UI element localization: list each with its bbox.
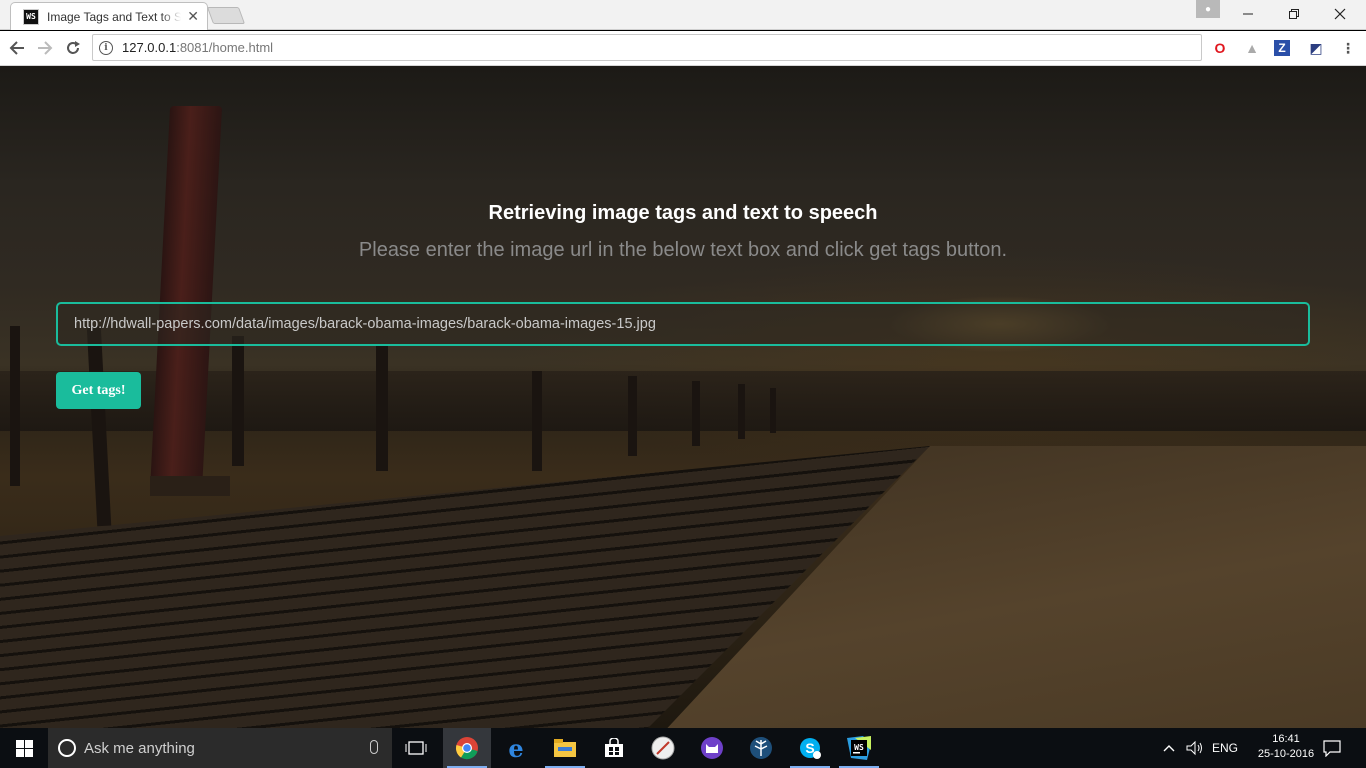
zotero-icon[interactable]: Z [1274, 40, 1290, 56]
webstorm-icon[interactable]: WS [835, 728, 883, 768]
action-center-icon[interactable] [1322, 728, 1342, 768]
back-button[interactable] [4, 36, 30, 60]
chrome-icon[interactable] [443, 728, 491, 768]
minimize-icon [1243, 13, 1253, 15]
svg-text:WS: WS [854, 743, 864, 752]
start-button[interactable] [0, 728, 48, 768]
show-hidden-icons[interactable] [1163, 728, 1175, 768]
address-bar[interactable]: i 127.0.0.1:8081/home.html [92, 34, 1202, 61]
file-explorer-icon[interactable] [541, 728, 589, 768]
url-host: 127.0.0.1 [122, 40, 177, 55]
store-icon[interactable] [590, 728, 638, 768]
edge-icon[interactable]: e [492, 728, 540, 768]
minimize-button[interactable] [1225, 0, 1271, 28]
cortana-icon [58, 739, 76, 757]
app2-icon[interactable] [737, 728, 785, 768]
browser-tab[interactable]: WS Image Tags and Text to S ✕ [10, 2, 208, 30]
get-tags-button[interactable]: Get tags! [56, 372, 141, 409]
info-icon[interactable]: i [99, 40, 113, 55]
menu-icon[interactable]: ⋮ [1338, 38, 1358, 58]
main-content: Retrieving image tags and text to speech… [0, 66, 1366, 728]
browser-tabstrip: WS Image Tags and Text to S ✕ ● [0, 0, 1366, 30]
browser-toolbar: i 127.0.0.1:8081/home.html O ▲ Z ◩ ⋮ [0, 31, 1366, 66]
page-title: Retrieving image tags and text to speech [488, 202, 878, 224]
clock-time: 16:41 [1272, 733, 1300, 745]
image-url-input[interactable] [56, 302, 1310, 346]
close-icon [1334, 8, 1346, 20]
volume-icon[interactable] [1186, 728, 1204, 768]
language-indicator[interactable]: ENG [1212, 728, 1238, 768]
github-icon[interactable] [688, 728, 736, 768]
tab-title: Image Tags and Text to S [47, 9, 182, 24]
profile-icon[interactable]: ● [1196, 0, 1220, 18]
app-icon[interactable] [639, 728, 687, 768]
drive-icon[interactable]: ▲ [1242, 38, 1262, 58]
page-background: Retrieving image tags and text to speech… [0, 66, 1366, 728]
webstorm-favicon-icon: WS [23, 8, 39, 25]
search-placeholder: Ask me anything [84, 739, 195, 757]
new-tab-button[interactable] [206, 7, 246, 24]
close-tab-icon[interactable]: ✕ [187, 8, 199, 25]
reload-button[interactable] [60, 36, 86, 60]
forward-icon [38, 41, 53, 55]
page-subtitle: Please enter the image url in the below … [358, 239, 1008, 261]
reload-icon [67, 41, 80, 54]
windows-taskbar: Ask me anything e S WS ENG 16:41 25-10-2… [0, 728, 1366, 768]
skype-icon[interactable]: S [786, 728, 834, 768]
task-view-icon[interactable] [392, 728, 440, 768]
opera-icon[interactable]: O [1210, 38, 1230, 58]
url-path: :8081/home.html [176, 40, 274, 55]
back-icon [9, 41, 24, 55]
chevron-up-icon [1163, 745, 1175, 752]
restore-button[interactable] [1271, 0, 1317, 28]
extension-icon[interactable]: ◩ [1306, 38, 1326, 58]
clock-date: 25-10-2016 [1257, 748, 1315, 760]
close-window-button[interactable] [1317, 0, 1363, 28]
system-clock[interactable]: 16:41 25-10-2016 [1256, 732, 1316, 762]
restore-icon [1289, 9, 1299, 19]
forward-button[interactable] [32, 36, 58, 60]
microphone-icon[interactable] [370, 740, 378, 754]
windows-logo-icon [15, 739, 33, 757]
cortana-search-box[interactable]: Ask me anything [48, 728, 392, 768]
